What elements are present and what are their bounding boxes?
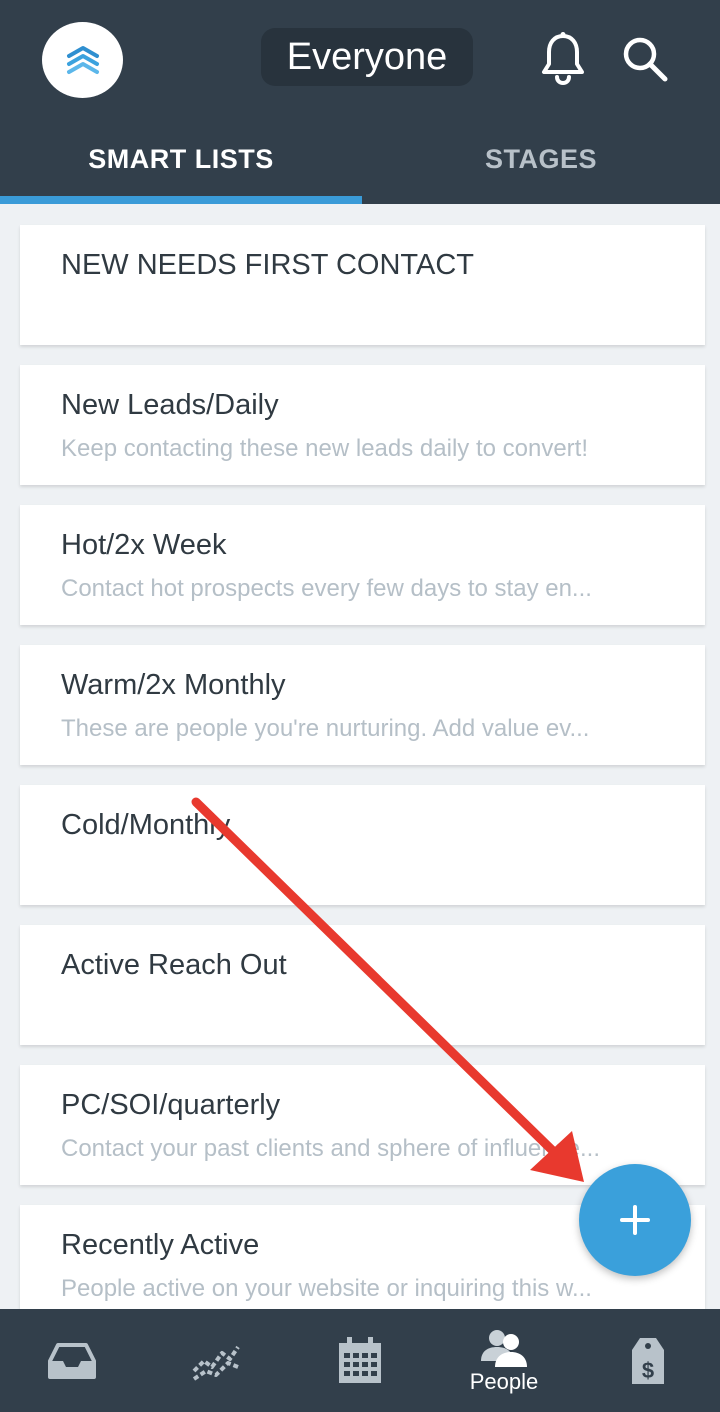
list-item[interactable]: Warm/2x Monthly These are people you're … <box>20 645 705 765</box>
list-item-description: Keep contacting these new leads daily to… <box>61 435 588 462</box>
tab-stages[interactable]: STAGES <box>362 126 720 204</box>
search-icon <box>623 37 668 82</box>
tab-bar: SMART LISTS STAGES <box>0 126 720 204</box>
bell-icon <box>542 32 584 86</box>
search-button[interactable] <box>620 34 670 84</box>
list-item-description: These are people you're nurturing. Add v… <box>61 715 590 742</box>
inbox-icon <box>48 1342 96 1379</box>
stacked-chevrons-logo-icon <box>66 46 99 74</box>
list-item-title: NEW NEEDS FIRST CONTACT <box>61 249 474 281</box>
list-item[interactable]: Cold/Monthly <box>20 785 705 905</box>
list-item-title: Warm/2x Monthly <box>61 669 286 701</box>
add-smart-list-button[interactable] <box>579 1164 691 1276</box>
nav-people-label: People <box>469 1368 539 1394</box>
nav-activity[interactable] <box>144 1309 288 1412</box>
list-item[interactable]: PC/SOI/quarterly Contact your past clien… <box>20 1065 705 1185</box>
smart-list: NEW NEEDS FIRST CONTACT New Leads/Daily … <box>0 204 720 1309</box>
list-item-title: Cold/Monthly <box>61 809 231 841</box>
nav-calendar[interactable] <box>288 1309 432 1412</box>
app-header: Everyone SMART LISTS STAGES <box>0 0 720 204</box>
list-item[interactable]: NEW NEEDS FIRST CONTACT <box>20 225 705 345</box>
app-logo[interactable] <box>42 22 123 98</box>
bottom-navigation: People $ <box>0 1309 720 1412</box>
list-item[interactable]: Active Reach Out <box>20 925 705 1045</box>
list-item[interactable]: New Leads/Daily Keep contacting these ne… <box>20 365 705 485</box>
audience-filter-button[interactable]: Everyone <box>261 28 473 86</box>
list-item-title: Active Reach Out <box>61 949 287 981</box>
activity-chart-icon <box>192 1345 240 1381</box>
svg-text:$: $ <box>642 1358 654 1383</box>
notifications-button[interactable] <box>538 30 588 86</box>
nav-people[interactable]: People <box>432 1309 576 1412</box>
list-item-title: New Leads/Daily <box>61 389 279 421</box>
plus-icon <box>620 1205 650 1235</box>
deals-tag-icon: $ <box>632 1337 664 1384</box>
people-icon <box>481 1329 527 1367</box>
nav-inbox[interactable] <box>0 1309 144 1412</box>
list-item-title: PC/SOI/quarterly <box>61 1089 281 1121</box>
calendar-icon <box>339 1336 381 1383</box>
list-item-description: Contact your past clients and sphere of … <box>61 1135 600 1162</box>
list-item-title: Hot/2x Week <box>61 529 227 561</box>
list-item-description: Contact hot prospects every few days to … <box>61 575 592 602</box>
nav-deals[interactable]: $ <box>576 1309 720 1412</box>
list-item[interactable]: Hot/2x Week Contact hot prospects every … <box>20 505 705 625</box>
list-item-description: People active on your website or inquiri… <box>61 1275 592 1302</box>
tab-smart-lists[interactable]: SMART LISTS <box>0 126 362 204</box>
